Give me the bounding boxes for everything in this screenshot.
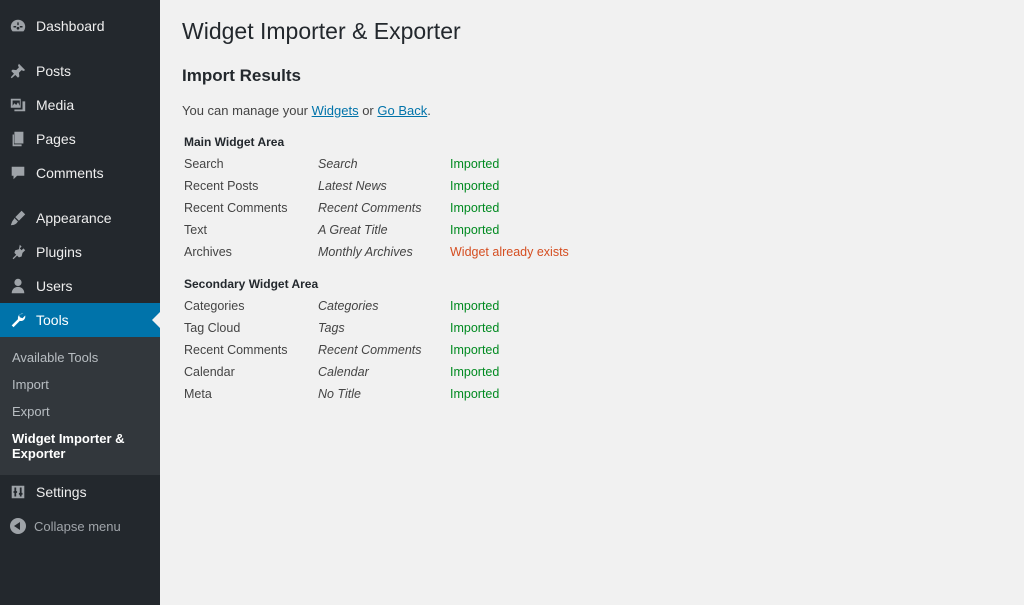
- widget-title: Recent Comments: [318, 201, 422, 215]
- menu-tools[interactable]: Tools: [0, 303, 160, 337]
- section-title: Import Results: [182, 66, 302, 85]
- widget-title: Latest News: [318, 179, 387, 193]
- menu-media[interactable]: Media: [0, 88, 160, 122]
- import-status: Widget already exists: [450, 245, 569, 259]
- intro-after: .: [427, 103, 431, 118]
- import-status: Imported: [450, 343, 500, 357]
- widget-type: Calendar: [184, 365, 235, 379]
- menu-label: Settings: [36, 484, 87, 500]
- menu-settings[interactable]: Settings: [0, 475, 160, 509]
- import-status: Imported: [450, 321, 500, 335]
- import-status: Imported: [450, 201, 500, 215]
- widget-type: Text: [184, 223, 207, 237]
- import-status: Imported: [450, 365, 500, 379]
- widget-title: Tags: [318, 321, 345, 335]
- import-status: Imported: [450, 223, 500, 237]
- menu-label: Tools: [36, 312, 69, 328]
- widget-title: Search: [318, 157, 358, 171]
- user-icon: [0, 277, 36, 295]
- comment-icon: [0, 164, 36, 182]
- menu-plugins[interactable]: Plugins: [0, 235, 160, 269]
- wrench-icon: [0, 311, 36, 329]
- submenu-import[interactable]: Import: [12, 377, 152, 392]
- brush-icon: [0, 209, 36, 227]
- widget-type: Archives: [184, 245, 232, 259]
- widget-type: Recent Comments: [184, 343, 288, 357]
- widget-type: Recent Posts: [184, 179, 259, 193]
- settings-icon: [0, 483, 36, 501]
- submenu-available-tools[interactable]: Available Tools: [12, 350, 152, 365]
- widget-area-title: Main Widget Area: [184, 135, 285, 149]
- widget-title: Recent Comments: [318, 343, 422, 357]
- media-icon: [0, 96, 36, 114]
- menu-label: Comments: [36, 165, 104, 181]
- widget-type: Meta: [184, 387, 212, 401]
- collapse-arrow-icon: [0, 518, 36, 534]
- menu-label: Dashboard: [36, 18, 105, 34]
- menu-posts[interactable]: Posts: [0, 54, 160, 88]
- intro-before: You can manage your: [182, 103, 312, 118]
- widget-type: Categories: [184, 299, 245, 313]
- menu-label: Plugins: [36, 244, 82, 260]
- pages-icon: [0, 130, 36, 148]
- submenu-widget-importer-exporter[interactable]: Widget Importer & Exporter: [12, 431, 142, 461]
- submenu-export[interactable]: Export: [12, 404, 152, 419]
- dashboard-icon: [0, 17, 36, 35]
- menu-label: Appearance: [36, 210, 112, 226]
- menu-comments[interactable]: Comments: [0, 156, 160, 190]
- intro-text: You can manage your Widgets or Go Back.: [182, 103, 431, 118]
- import-status: Imported: [450, 387, 500, 401]
- widget-type: Tag Cloud: [184, 321, 241, 335]
- menu-users[interactable]: Users: [0, 269, 160, 303]
- menu-dashboard[interactable]: Dashboard: [0, 9, 160, 43]
- menu-label: Pages: [36, 131, 76, 147]
- widget-title: Calendar: [318, 365, 369, 379]
- menu-label: Media: [36, 97, 75, 113]
- intro-middle: or: [358, 103, 378, 118]
- collapse-menu-button[interactable]: Collapse menu: [0, 516, 160, 536]
- widget-title: Categories: [318, 299, 379, 313]
- menu-appearance[interactable]: Appearance: [0, 201, 160, 235]
- widget-title: No Title: [318, 387, 361, 401]
- go-back-link[interactable]: Go Back: [377, 103, 427, 118]
- widget-title: Monthly Archives: [318, 245, 413, 259]
- widget-title: A Great Title: [318, 223, 388, 237]
- plug-icon: [0, 243, 36, 261]
- menu-label: Users: [36, 278, 73, 294]
- widget-type: Search: [184, 157, 224, 171]
- widget-type: Recent Comments: [184, 201, 288, 215]
- import-status: Imported: [450, 179, 500, 193]
- widgets-link[interactable]: Widgets: [312, 103, 359, 118]
- import-status: Imported: [450, 157, 500, 171]
- page-title: Widget Importer & Exporter: [182, 18, 461, 44]
- import-status: Imported: [450, 299, 500, 313]
- collapse-label: Collapse menu: [34, 518, 121, 534]
- tools-submenu: Available Tools Import Export Widget Imp…: [0, 337, 160, 475]
- widget-area-title: Secondary Widget Area: [184, 277, 319, 291]
- menu-label: Posts: [36, 63, 72, 79]
- pin-icon: [0, 62, 36, 80]
- admin-sidebar: Dashboard Posts Media Pages Comments App…: [0, 0, 160, 605]
- menu-pages[interactable]: Pages: [0, 122, 160, 156]
